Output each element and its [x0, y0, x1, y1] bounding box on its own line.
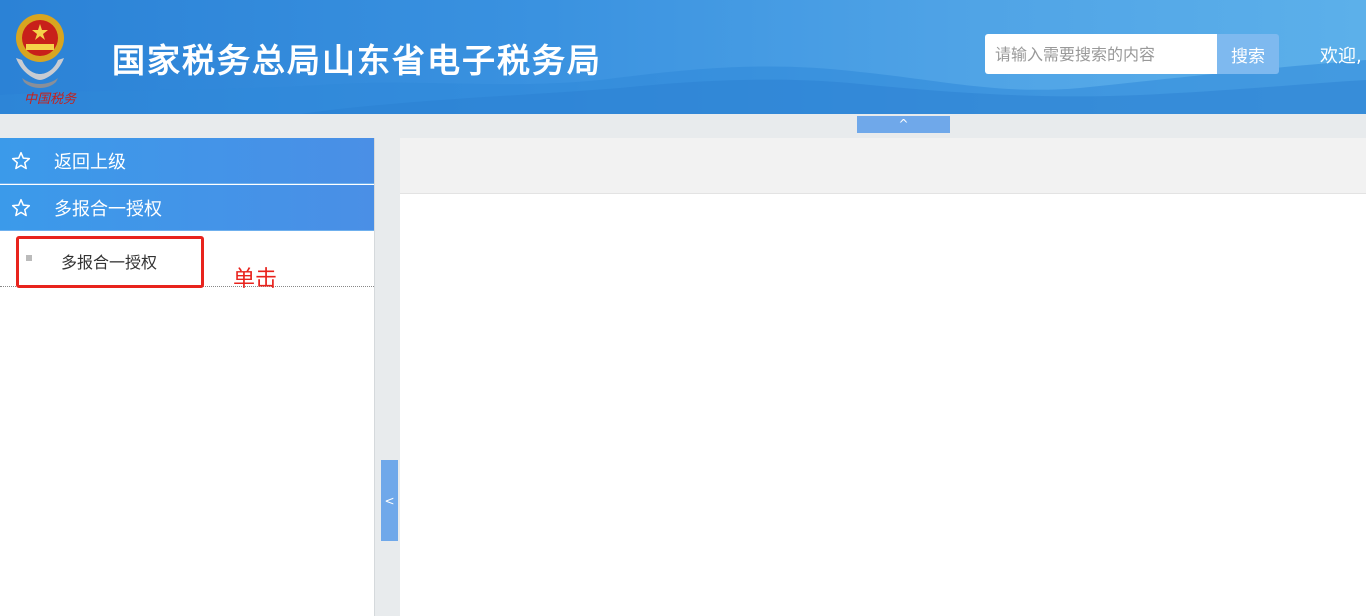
sidebar-item-multi-report-auth[interactable]: 多报合一授权 — [0, 185, 374, 231]
page: 中国税务 国家税务总局山东省电子税务局 搜索 欢迎, ^ 返回上级 多报合一授权… — [0, 0, 1366, 616]
header: 中国税务 国家税务总局山东省电子税务局 搜索 欢迎, — [0, 0, 1366, 114]
collapse-header-toggle[interactable]: ^ — [857, 116, 950, 133]
sidebar-splitter — [375, 138, 400, 616]
collapse-sidebar-toggle[interactable]: < — [381, 460, 398, 541]
annotation-highlight-box — [16, 236, 204, 288]
star-outline-icon — [11, 198, 31, 216]
star-outline-icon — [11, 151, 31, 169]
search-input[interactable] — [985, 34, 1217, 74]
sidebar-item-label: 多报合一授权 — [54, 198, 162, 220]
sidebar-item-label: 返回上级 — [54, 151, 126, 173]
search-button[interactable]: 搜索 — [1217, 34, 1279, 74]
main-toolbar — [400, 138, 1366, 194]
tax-emblem-logo: 中国税务 — [12, 8, 92, 108]
sidebar-item-back[interactable]: 返回上级 — [0, 138, 374, 184]
sidebar: 返回上级 多报合一授权 多报合一授权 单击 — [0, 138, 375, 616]
main-content — [400, 194, 1366, 616]
annotation-click-note: 单击 — [233, 267, 278, 292]
site-title: 国家税务总局山东省电子税务局 — [112, 41, 602, 80]
welcome-text: 欢迎, — [1320, 46, 1362, 67]
svg-text:中国税务: 中国税务 — [24, 92, 77, 107]
